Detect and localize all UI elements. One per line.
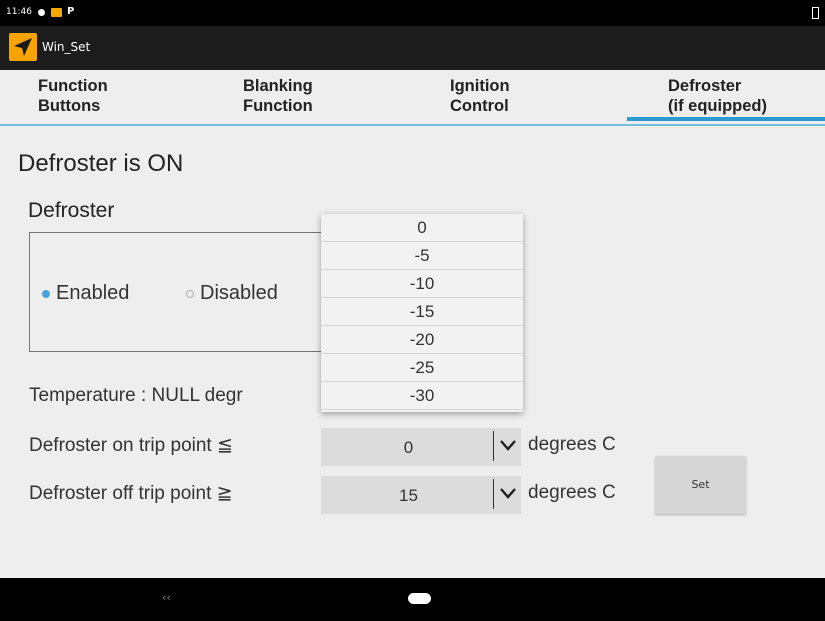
status-heading: Defroster is ON (18, 150, 184, 177)
off-trip-select[interactable]: 15 (321, 476, 521, 514)
radio-enabled-label: Enabled (56, 282, 130, 304)
radio-unselected-icon (186, 289, 194, 298)
on-trip-label: Defroster on trip point ≦ (29, 435, 233, 456)
chevron-down-icon (500, 488, 516, 499)
active-tab-indicator (627, 117, 825, 121)
system-nav-bar: ‹‹ (0, 578, 825, 621)
dropdown-option[interactable]: -15 (321, 298, 523, 326)
on-trip-value: 0 (403, 438, 414, 457)
off-trip-units: degrees C (528, 482, 616, 503)
tab-blanking-function[interactable]: Blanking Function (243, 76, 313, 116)
app-bar: Win_Set (0, 26, 825, 70)
off-trip-value: 15 (399, 486, 418, 505)
radio-selected-icon (42, 289, 50, 298)
tab-bar: Function Buttons Blanking Function Ignit… (0, 70, 825, 126)
radio-disabled[interactable]: Disabled (186, 282, 278, 305)
on-trip-units: degrees C (528, 434, 616, 455)
dropdown-option[interactable]: -30 (321, 382, 523, 410)
battery-icon (812, 7, 819, 19)
tab-ignition-control[interactable]: Ignition Control (450, 76, 510, 116)
on-trip-select[interactable]: 0 (321, 428, 521, 466)
off-trip-label: Defroster off trip point ≧ (29, 483, 233, 504)
tab-defroster[interactable]: Defroster (if equipped) (668, 76, 767, 116)
notification-icon (51, 8, 62, 17)
nav-back-button[interactable]: ‹‹ (162, 591, 171, 604)
select-divider (493, 479, 494, 509)
radio-disabled-label: Disabled (200, 282, 278, 304)
dropdown-option[interactable]: -5 (321, 242, 523, 270)
trip-point-dropdown: 0 -5 -10 -15 -20 -25 -30 (321, 214, 523, 412)
select-divider (493, 431, 494, 461)
notification-p-icon: P (67, 6, 75, 17)
section-title: Defroster (28, 199, 115, 222)
radio-enabled[interactable]: Enabled (42, 282, 129, 305)
dropdown-option[interactable]: -20 (321, 326, 523, 354)
app-title: Win_Set (42, 40, 91, 54)
tab-function-buttons[interactable]: Function Buttons (38, 76, 108, 116)
dropdown-option[interactable]: -25 (321, 354, 523, 382)
dropdown-option[interactable]: -10 (321, 270, 523, 298)
set-button[interactable]: Set (655, 456, 746, 514)
status-time: 11:46 (6, 7, 32, 17)
app-logo-icon (9, 33, 37, 61)
temperature-label: Temperature : NULL degr (29, 385, 243, 406)
dropdown-option[interactable]: 0 (321, 214, 523, 242)
chevron-down-icon (500, 440, 516, 451)
notification-dot-icon (38, 9, 45, 16)
status-bar: 11:46 P (0, 0, 825, 26)
nav-home-button[interactable] (408, 593, 431, 604)
